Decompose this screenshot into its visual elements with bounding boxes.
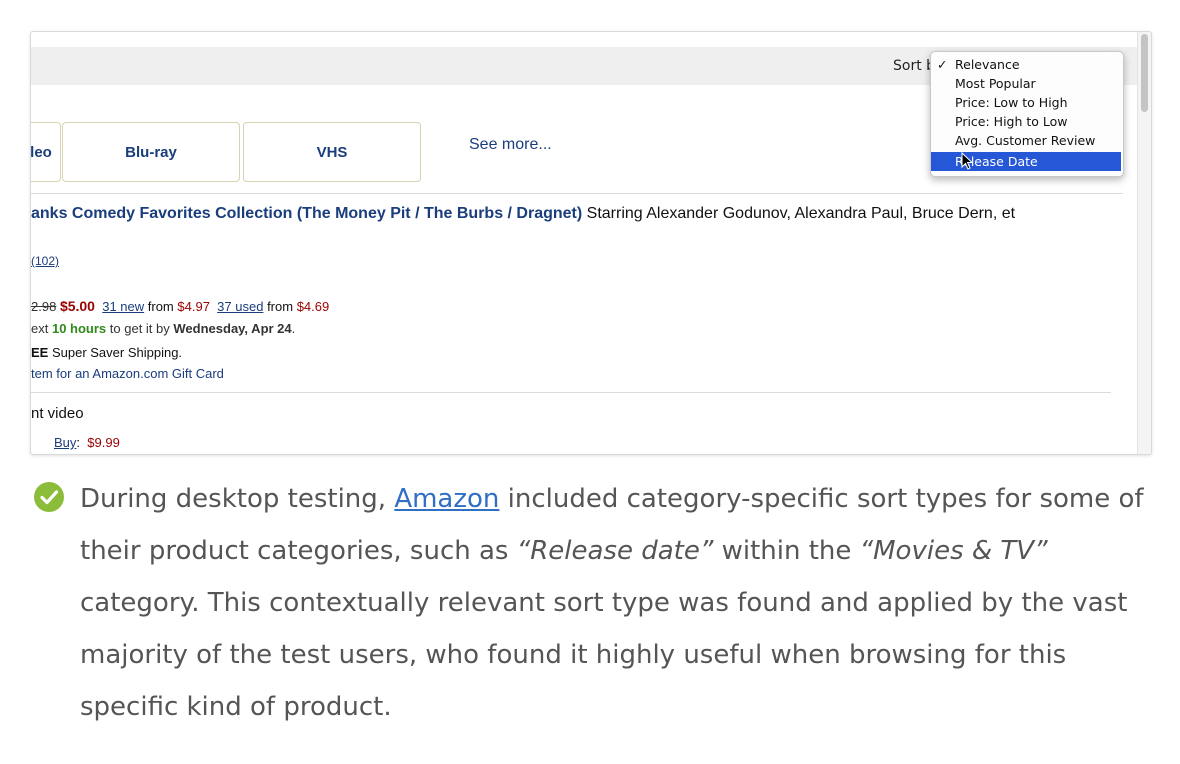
- format-tab-video-label: leo: [30, 143, 52, 161]
- new-from-price: $4.97: [177, 299, 210, 314]
- ship-mid: to get it by: [109, 321, 170, 336]
- format-tab-bluray[interactable]: Blu-ray: [62, 122, 240, 182]
- ship-end: .: [291, 321, 296, 336]
- note-paragraph: During desktop testing, Amazon included …: [80, 473, 1160, 733]
- checkmark-icon: ✓: [937, 57, 948, 72]
- current-price: $5.00: [59, 298, 95, 314]
- used-offers-link[interactable]: 37 used: [217, 299, 263, 314]
- used-from-price: $4.69: [296, 299, 330, 314]
- sort-option-label: Avg. Customer Review: [955, 133, 1096, 148]
- mouse-cursor-icon: [961, 152, 973, 170]
- format-tab-bluray-label: Blu-ray: [125, 143, 177, 161]
- screenshot-frame: Sort b leo Blu-ray VHS See more... anks …: [30, 31, 1152, 455]
- sort-option-label: Price: High to Low: [955, 114, 1068, 129]
- note-emphasis-release-date: “Release date”: [516, 536, 714, 566]
- sort-option-label: Relevance: [955, 57, 1020, 72]
- shipping-row: ext 10 hours to get it by Wednesday, Apr…: [31, 321, 295, 336]
- sort-option-price-low-high[interactable]: Price: Low to High: [931, 93, 1121, 112]
- sort-option-release-date[interactable]: Release Date: [931, 152, 1121, 171]
- sort-option-label: Price: Low to High: [955, 95, 1068, 110]
- product-title-link[interactable]: anks Comedy Favorites Collection (The Mo…: [31, 205, 582, 222]
- sort-option-price-high-low[interactable]: Price: High to Low: [931, 112, 1121, 131]
- list-price: 2.98: [31, 299, 57, 314]
- free-text: Super Saver Shipping.: [48, 345, 183, 360]
- buy-price: $9.99: [87, 435, 120, 450]
- new-offers-link[interactable]: 31 new: [102, 299, 144, 314]
- sort-dropdown[interactable]: ✓ Relevance Most Popular Price: Low to H…: [930, 51, 1124, 177]
- sort-option-relevance[interactable]: ✓ Relevance: [931, 55, 1121, 74]
- scrollbar[interactable]: [1137, 32, 1151, 454]
- ship-hours: 10 hours: [51, 321, 107, 336]
- ship-date: Wednesday, Apr 24: [173, 321, 292, 336]
- free-bold: EE: [31, 345, 49, 360]
- divider: [31, 392, 1111, 393]
- instant-video-label: nt video: [31, 405, 84, 422]
- product-title-row: anks Comedy Favorites Collection (The Mo…: [31, 205, 1015, 223]
- buy-row: Buy: $9.99: [54, 435, 120, 450]
- note-emphasis-movies-tv: “Movies & TV”: [859, 536, 1048, 566]
- scrollbar-thumb[interactable]: [1141, 34, 1148, 112]
- format-tab-video[interactable]: leo: [30, 122, 61, 182]
- note-text-3: within the: [713, 536, 860, 566]
- buy-colon: :: [76, 435, 81, 450]
- buy-link[interactable]: Buy: [54, 435, 76, 450]
- note-text-4: category. This contextually relevant sor…: [80, 588, 1128, 722]
- amazon-link[interactable]: Amazon: [394, 484, 499, 514]
- note-text-1: During desktop testing,: [80, 484, 395, 514]
- review-count: (102): [31, 254, 59, 268]
- gift-card-link[interactable]: tem for an Amazon.com Gift Card: [31, 366, 224, 381]
- divider: [31, 193, 1123, 194]
- used-from-label: from: [267, 299, 294, 314]
- new-from-label: from: [147, 299, 174, 314]
- free-shipping-row: EE Super Saver Shipping.: [31, 345, 182, 360]
- ship-prefix: ext: [31, 321, 49, 336]
- price-row: 2.98 $5.00 31 new from $4.97 37 used fro…: [31, 298, 329, 314]
- sort-option-avg-review[interactable]: Avg. Customer Review: [931, 131, 1121, 150]
- sort-option-label: Most Popular: [955, 76, 1036, 91]
- sort-by-label: Sort b: [893, 58, 936, 74]
- sort-option-most-popular[interactable]: Most Popular: [931, 74, 1121, 93]
- check-circle-icon: [34, 482, 64, 512]
- review-count-link[interactable]: (102): [31, 254, 59, 268]
- product-starring: Starring Alexander Godunov, Alexandra Pa…: [582, 205, 1016, 222]
- format-tab-vhs[interactable]: VHS: [243, 122, 421, 182]
- format-tab-vhs-label: VHS: [316, 143, 348, 161]
- see-more-link[interactable]: See more...: [469, 136, 552, 154]
